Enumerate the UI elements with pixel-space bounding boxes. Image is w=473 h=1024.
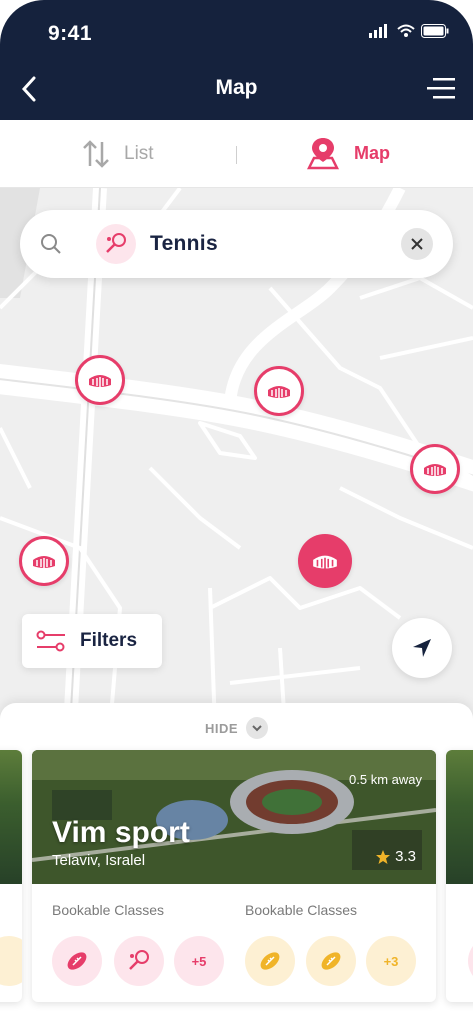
class-badge-more[interactable]: +3	[366, 936, 416, 986]
class-badge-football[interactable]	[306, 936, 356, 986]
tab-list[interactable]: List	[80, 138, 154, 170]
class-badge-more[interactable]: +5	[174, 936, 224, 986]
page-title: Map	[215, 76, 258, 99]
filters-button[interactable]: Filters	[22, 614, 162, 668]
stadium-icon	[33, 556, 55, 568]
search-query[interactable]: Tennis	[150, 232, 218, 256]
stadium-icon	[424, 464, 446, 476]
map-pin-stadium-selected[interactable]	[298, 534, 352, 588]
venue-card-previous[interactable]	[0, 750, 22, 1002]
app-header: 9:41 Map	[0, 0, 473, 120]
football-icon	[67, 952, 87, 970]
venue-distance: 0.5 km away	[349, 772, 422, 787]
class-badge-football[interactable]	[52, 936, 102, 986]
map-pin-stadium[interactable]	[410, 444, 460, 494]
status-time: 9:41	[48, 22, 93, 45]
signal-icon	[369, 24, 387, 38]
menu-icon[interactable]	[427, 76, 455, 100]
wifi-icon	[397, 24, 415, 37]
venue-location: Telaviv, Isralel	[52, 852, 146, 869]
map-pin-stadium[interactable]	[75, 355, 125, 405]
search-icon	[41, 234, 61, 254]
map-pin-stadium[interactable]	[254, 366, 304, 416]
tab-list-label: List	[124, 143, 154, 164]
class-badge	[468, 936, 473, 986]
map-pin-icon	[306, 138, 340, 170]
stadium-icon	[89, 375, 111, 387]
locate-me-button[interactable]	[392, 618, 452, 678]
map-pin-stadium[interactable]	[19, 536, 69, 586]
venue-image	[446, 750, 473, 884]
tab-map[interactable]: Map	[306, 136, 390, 170]
football-icon	[321, 952, 341, 970]
venue-name: Vim sport	[52, 816, 190, 849]
venue-image: 0.5 km away Vim sport Telaviv, Isralel 3…	[32, 750, 436, 884]
battery-icon	[421, 24, 449, 38]
bookable-classes-label: Bookable Classes	[245, 902, 358, 918]
venue-rating: 3.3	[375, 848, 416, 865]
view-toggle: List Map	[0, 120, 473, 188]
stadium-icon	[268, 386, 290, 398]
sort-arrows-icon	[83, 140, 109, 168]
bottom-sheet: HIDE 0.5 km away Vim sport Telaviv, Isra…	[0, 703, 473, 1024]
class-badge-football[interactable]	[245, 936, 295, 986]
rating-value: 3.3	[395, 848, 416, 865]
close-icon	[411, 238, 423, 250]
class-badge	[0, 936, 22, 986]
hide-button[interactable]: HIDE	[0, 717, 473, 739]
phone-screen: 9:41 Map List Map Tennis Filters HIDE 0.…	[0, 0, 473, 1024]
filters-label: Filters	[80, 630, 138, 651]
chevron-down-icon	[246, 717, 269, 739]
tennis-racket-icon	[106, 233, 126, 253]
toggle-divider	[236, 146, 237, 164]
filter-sliders-icon	[36, 630, 65, 652]
venue-image	[0, 750, 22, 884]
tab-map-label: Map	[354, 142, 390, 163]
navigation-arrow-icon	[413, 639, 431, 657]
venue-card[interactable]: 0.5 km away Vim sport Telaviv, Isralel 3…	[32, 750, 436, 1002]
tennis-racket-icon	[129, 950, 149, 970]
football-icon	[260, 952, 280, 970]
class-badge-tennis[interactable]	[114, 936, 164, 986]
sport-badge	[96, 224, 136, 264]
clear-search-button[interactable]	[401, 228, 433, 260]
venue-card-next[interactable]	[446, 750, 473, 1002]
search-bar[interactable]: Tennis	[20, 210, 453, 278]
status-icons	[369, 24, 449, 38]
stadium-icon	[313, 555, 337, 569]
star-icon	[376, 849, 391, 864]
bookable-classes-label: Bookable Classes	[52, 902, 165, 918]
hide-label: HIDE	[204, 720, 239, 736]
